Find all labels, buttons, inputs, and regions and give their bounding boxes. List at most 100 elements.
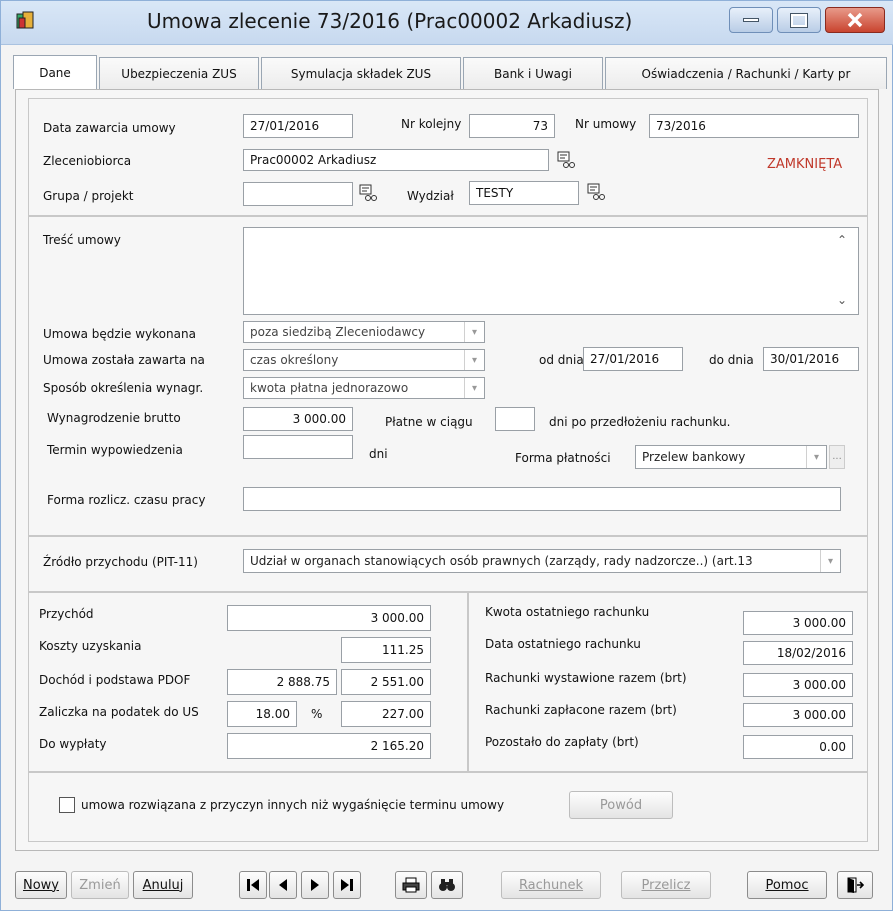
zleceniobiorca-field[interactable]: Prac00002 Arkadiusz bbox=[243, 149, 549, 171]
tab-oswiadczenia[interactable]: Oświadczenia / Rachunki / Karty pr bbox=[605, 57, 887, 89]
koszty-label: Koszty uzyskania bbox=[39, 639, 142, 653]
forma-platnosci-select[interactable]: Przelew bankowy ▾ bbox=[635, 445, 827, 469]
tresc-textarea[interactable] bbox=[243, 227, 859, 315]
powod-button[interactable]: Powód bbox=[569, 791, 673, 819]
kwota-field[interactable]: 3 000.00 bbox=[743, 611, 853, 635]
brutto-field[interactable]: 3 000.00 bbox=[243, 407, 353, 431]
title-bar: Umowa zlecenie 73/2016 (Prac00002 Arkadi… bbox=[1, 1, 893, 45]
dochod-field[interactable]: 2 888.75 bbox=[227, 669, 337, 695]
prev-record-button[interactable] bbox=[269, 871, 297, 899]
wyplata-label: Do wypłaty bbox=[39, 737, 107, 751]
termination-panel: umowa rozwiązana z przyczyn innych niż w… bbox=[28, 772, 868, 842]
wydzial-picker-button[interactable] bbox=[585, 181, 607, 203]
next-record-icon bbox=[311, 879, 319, 891]
binoculars-icon bbox=[439, 879, 455, 891]
wystawione-field[interactable]: 3 000.00 bbox=[743, 673, 853, 697]
nr-umowy-label: Nr umowy bbox=[575, 117, 637, 131]
przelicz-button[interactable]: Przelicz bbox=[621, 871, 711, 899]
zawarta-select[interactable]: czas określony ▾ bbox=[243, 349, 485, 371]
platne-field[interactable] bbox=[495, 407, 535, 431]
dni-label: dni bbox=[369, 447, 388, 461]
termination-checkbox[interactable] bbox=[59, 797, 75, 813]
brutto-label: Wynagrodzenie brutto bbox=[47, 411, 181, 425]
zaliczka-label: Zaliczka na podatek do US bbox=[39, 705, 199, 719]
anuluj-button[interactable]: Anuluj bbox=[133, 871, 193, 899]
minimize-icon bbox=[743, 18, 759, 22]
printer-icon bbox=[402, 877, 420, 893]
platne-suffix-label: dni po przedłożeniu rachunku. bbox=[549, 415, 731, 429]
wykonana-select[interactable]: poza siedzibą Zleceniodawcy ▾ bbox=[243, 321, 485, 343]
zrodlo-value: Udział w organach stanowiących osób praw… bbox=[250, 554, 753, 568]
nowy-button[interactable]: Nowy bbox=[15, 871, 67, 899]
data-rachunku-field[interactable]: 18/02/2016 bbox=[743, 641, 853, 665]
do-label: do dnia bbox=[709, 353, 754, 367]
nr-kolejny-field[interactable]: 73 bbox=[469, 114, 555, 138]
przychod-label: Przychód bbox=[39, 607, 94, 621]
minimize-button[interactable] bbox=[729, 7, 773, 33]
picker-icon bbox=[557, 151, 575, 168]
pozostalo-label: Pozostało do zapłaty (brt) bbox=[485, 735, 639, 749]
podstawa-field[interactable]: 2 551.00 bbox=[341, 669, 431, 695]
forma-platnosci-more-button[interactable]: ... bbox=[829, 445, 845, 469]
chevron-down-icon: ▾ bbox=[464, 350, 484, 370]
zrodlo-select[interactable]: Udział w organach stanowiących osób praw… bbox=[243, 549, 841, 573]
koszty-field[interactable]: 111.25 bbox=[341, 637, 431, 663]
print-button[interactable] bbox=[395, 871, 427, 899]
nr-umowy-field[interactable]: 73/2016 bbox=[649, 114, 859, 138]
details-panel: Treść umowy ⌃ ⌄ Umowa będzie wykonana po… bbox=[28, 216, 868, 536]
data-zawarcia-field[interactable]: 27/01/2016 bbox=[243, 114, 353, 138]
tab-bank[interactable]: Bank i Uwagi bbox=[463, 57, 603, 89]
tab-symulacja[interactable]: Symulacja składek ZUS bbox=[261, 57, 461, 89]
last-record-button[interactable] bbox=[333, 871, 361, 899]
termin-field[interactable] bbox=[243, 435, 353, 459]
close-button[interactable] bbox=[825, 7, 885, 33]
wystawione-label: Rachunki wystawione razem (brt) bbox=[485, 671, 687, 685]
dochod-label: Dochód i podstawa PDOF bbox=[39, 673, 191, 687]
maximize-button[interactable] bbox=[777, 7, 821, 33]
zaliczka-pct-field[interactable]: 18.00 bbox=[227, 701, 297, 727]
window-title: Umowa zlecenie 73/2016 (Prac00002 Arkadi… bbox=[147, 9, 633, 33]
search-button[interactable] bbox=[431, 871, 463, 899]
last-record-icon bbox=[341, 879, 353, 891]
pomoc-button[interactable]: Pomoc bbox=[747, 871, 827, 899]
scroll-down-icon[interactable]: ⌄ bbox=[837, 293, 847, 307]
zmien-button[interactable]: Zmień bbox=[71, 871, 129, 899]
summary-panel: Kwota ostatniego rachunku 3 000.00 Data … bbox=[468, 592, 868, 772]
header-panel: Data zawarcia umowy 27/01/2016 Nr kolejn… bbox=[28, 98, 868, 216]
close-icon bbox=[847, 12, 863, 28]
wydzial-field[interactable]: TESTY bbox=[469, 181, 579, 205]
chevron-down-icon: ▾ bbox=[464, 322, 484, 342]
do-field[interactable]: 30/01/2016 bbox=[763, 347, 859, 371]
zleceniobiorca-picker-button[interactable] bbox=[555, 149, 577, 171]
od-label: od dnia bbox=[539, 353, 584, 367]
zmien-label: Zmień bbox=[79, 877, 121, 893]
zleceniobiorca-label: Zleceniobiorca bbox=[43, 154, 132, 168]
forma-platnosci-value: Przelew bankowy bbox=[642, 450, 746, 464]
next-record-button[interactable] bbox=[301, 871, 329, 899]
przelicz-label: Przelicz bbox=[641, 877, 691, 893]
wydzial-label: Wydział bbox=[407, 189, 454, 203]
termination-label: umowa rozwiązana z przyczyn innych niż w… bbox=[81, 798, 505, 812]
grupa-picker-button[interactable] bbox=[357, 182, 379, 204]
anuluj-label: Anuluj bbox=[142, 877, 184, 893]
grupa-field[interactable] bbox=[243, 182, 353, 206]
bottom-toolbar: Nowy Zmień Anuluj Rachunek Przelicz Pomo… bbox=[1, 857, 893, 912]
od-field[interactable]: 27/01/2016 bbox=[583, 347, 683, 371]
zaplacone-field[interactable]: 3 000.00 bbox=[743, 703, 853, 727]
exit-button[interactable] bbox=[837, 871, 873, 899]
scroll-up-icon[interactable]: ⌃ bbox=[837, 233, 847, 247]
wyplata-field[interactable]: 2 165.20 bbox=[227, 733, 431, 759]
tab-dane[interactable]: Dane bbox=[13, 55, 97, 89]
zawarta-value: czas określony bbox=[250, 353, 339, 367]
sposob-select[interactable]: kwota płatna jednorazowo ▾ bbox=[243, 377, 485, 399]
first-record-button[interactable] bbox=[239, 871, 267, 899]
pozostalo-field[interactable]: 0.00 bbox=[743, 735, 853, 759]
chevron-down-icon: ▾ bbox=[820, 550, 840, 572]
tab-ubezpieczenia[interactable]: Ubezpieczenia ZUS bbox=[99, 57, 259, 89]
zaliczka-field[interactable]: 227.00 bbox=[341, 701, 431, 727]
forma-rozlicz-field[interactable] bbox=[243, 487, 841, 511]
rachunek-button[interactable]: Rachunek bbox=[501, 871, 601, 899]
maximize-icon bbox=[790, 12, 808, 28]
zrodlo-panel: Źródło przychodu (PIT-11) Udział w organ… bbox=[28, 536, 868, 592]
przychod-field[interactable]: 3 000.00 bbox=[227, 605, 431, 631]
